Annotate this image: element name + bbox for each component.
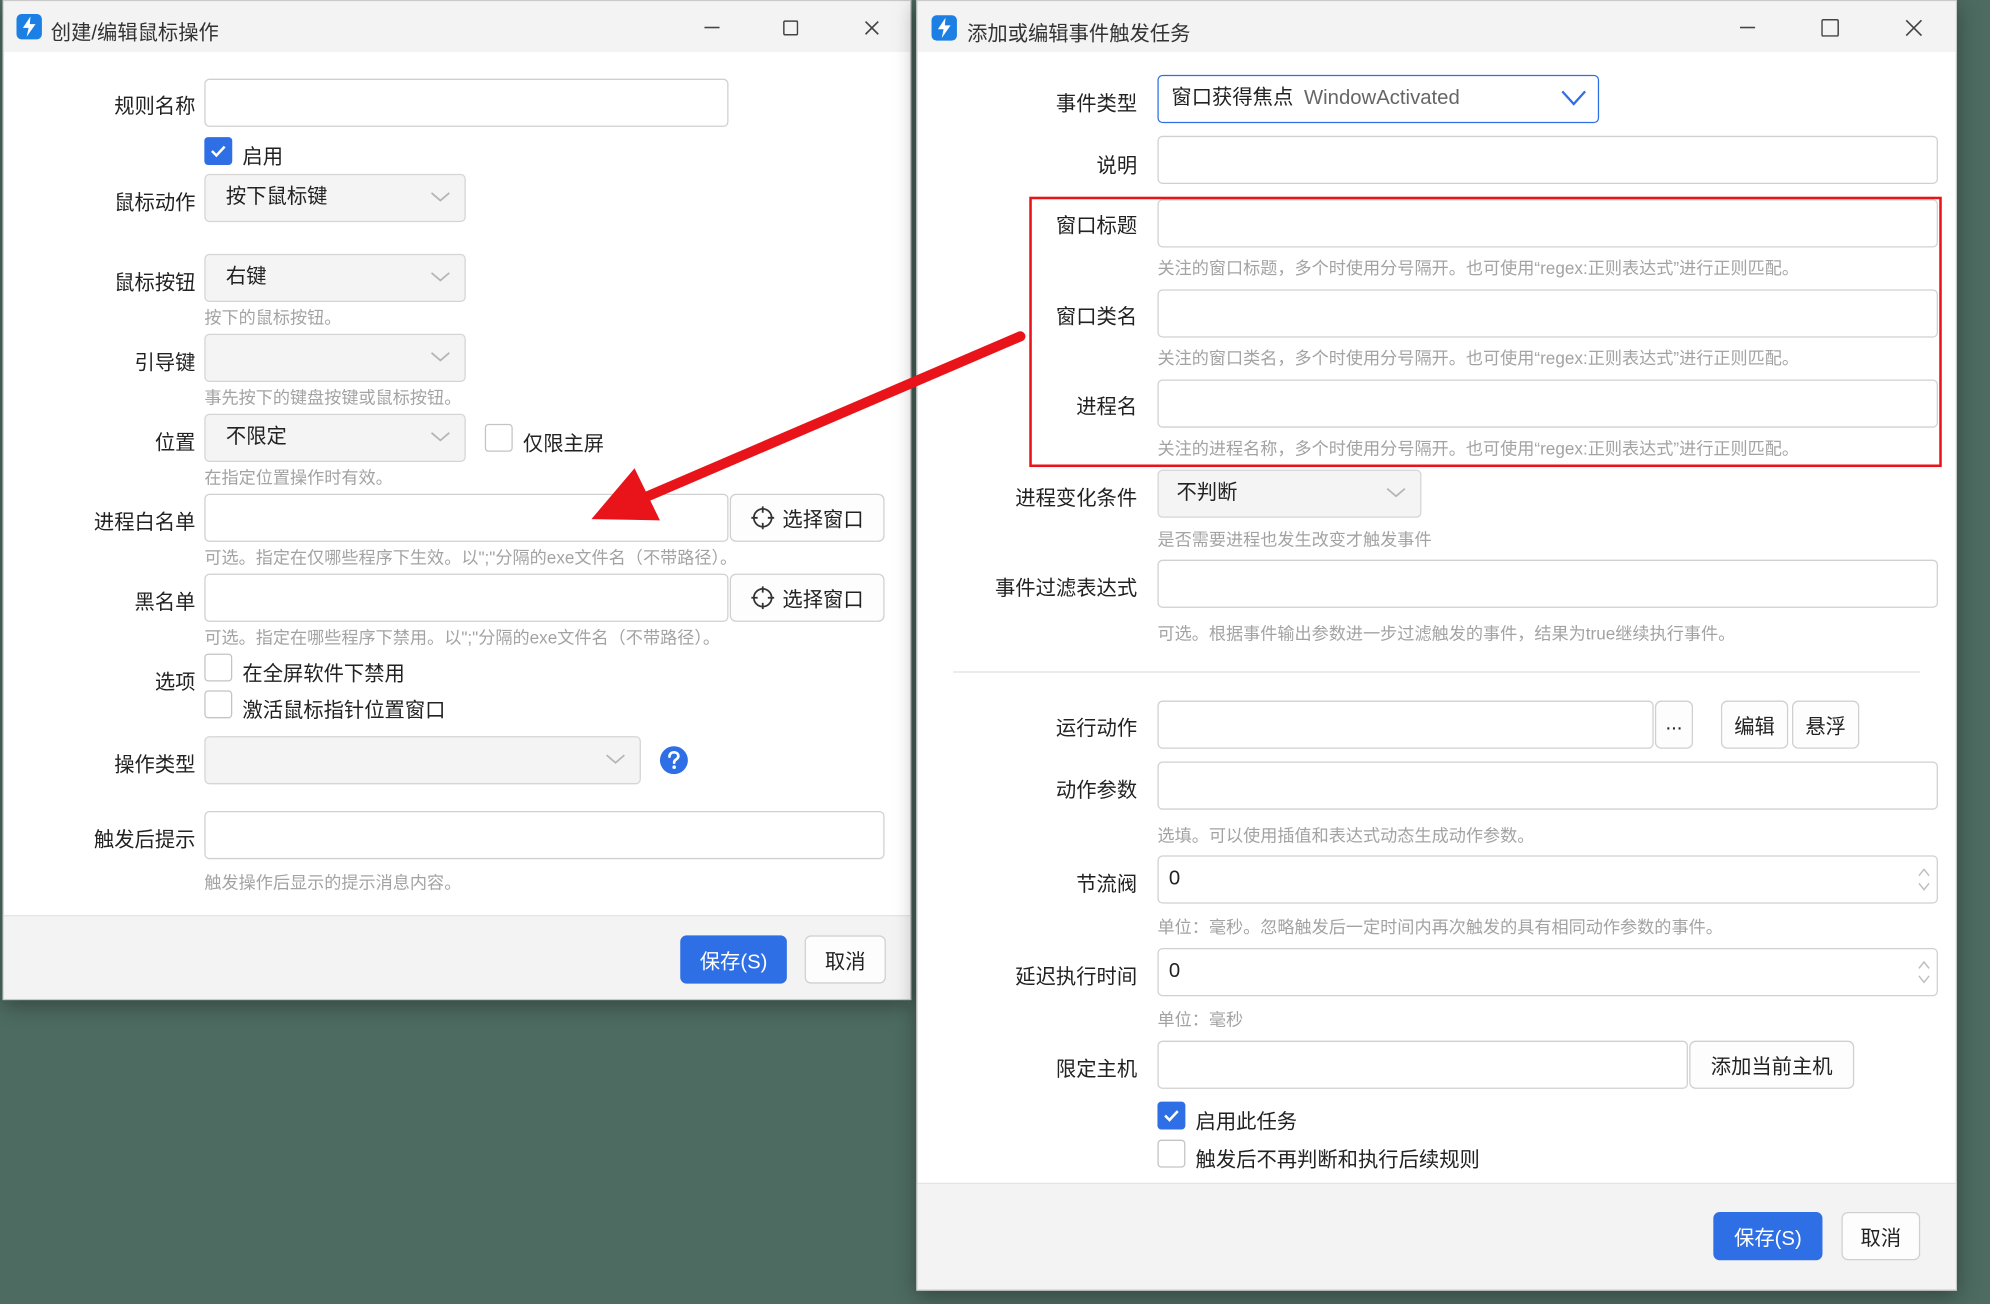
annotation-arrow [591, 331, 1026, 521]
